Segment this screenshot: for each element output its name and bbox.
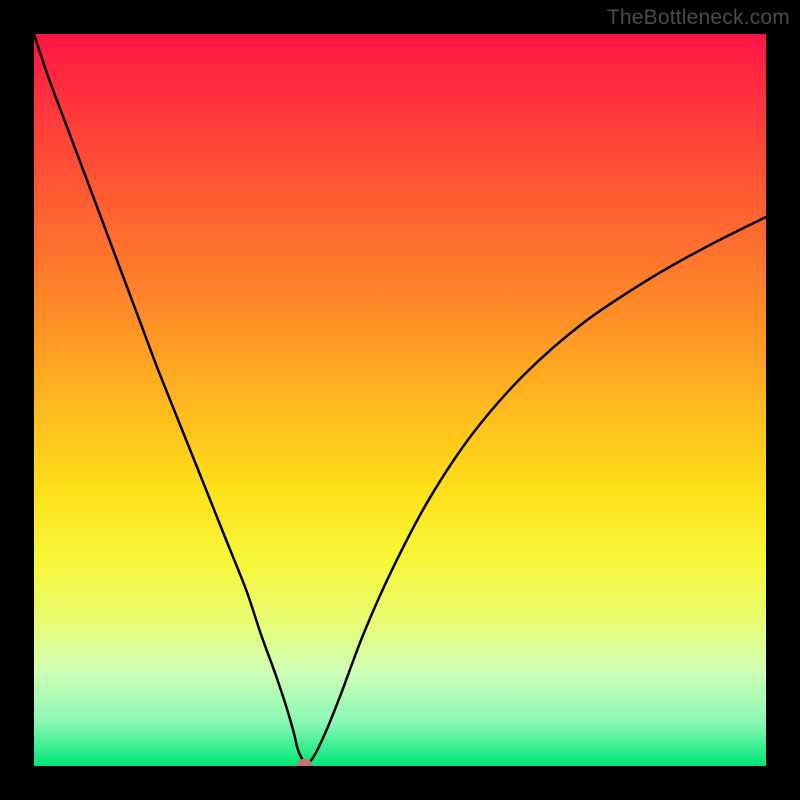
plot-area (34, 34, 766, 766)
bottleneck-curve (34, 34, 766, 766)
chart-frame: TheBottleneck.com (0, 0, 800, 800)
watermark-text: TheBottleneck.com (607, 6, 790, 30)
